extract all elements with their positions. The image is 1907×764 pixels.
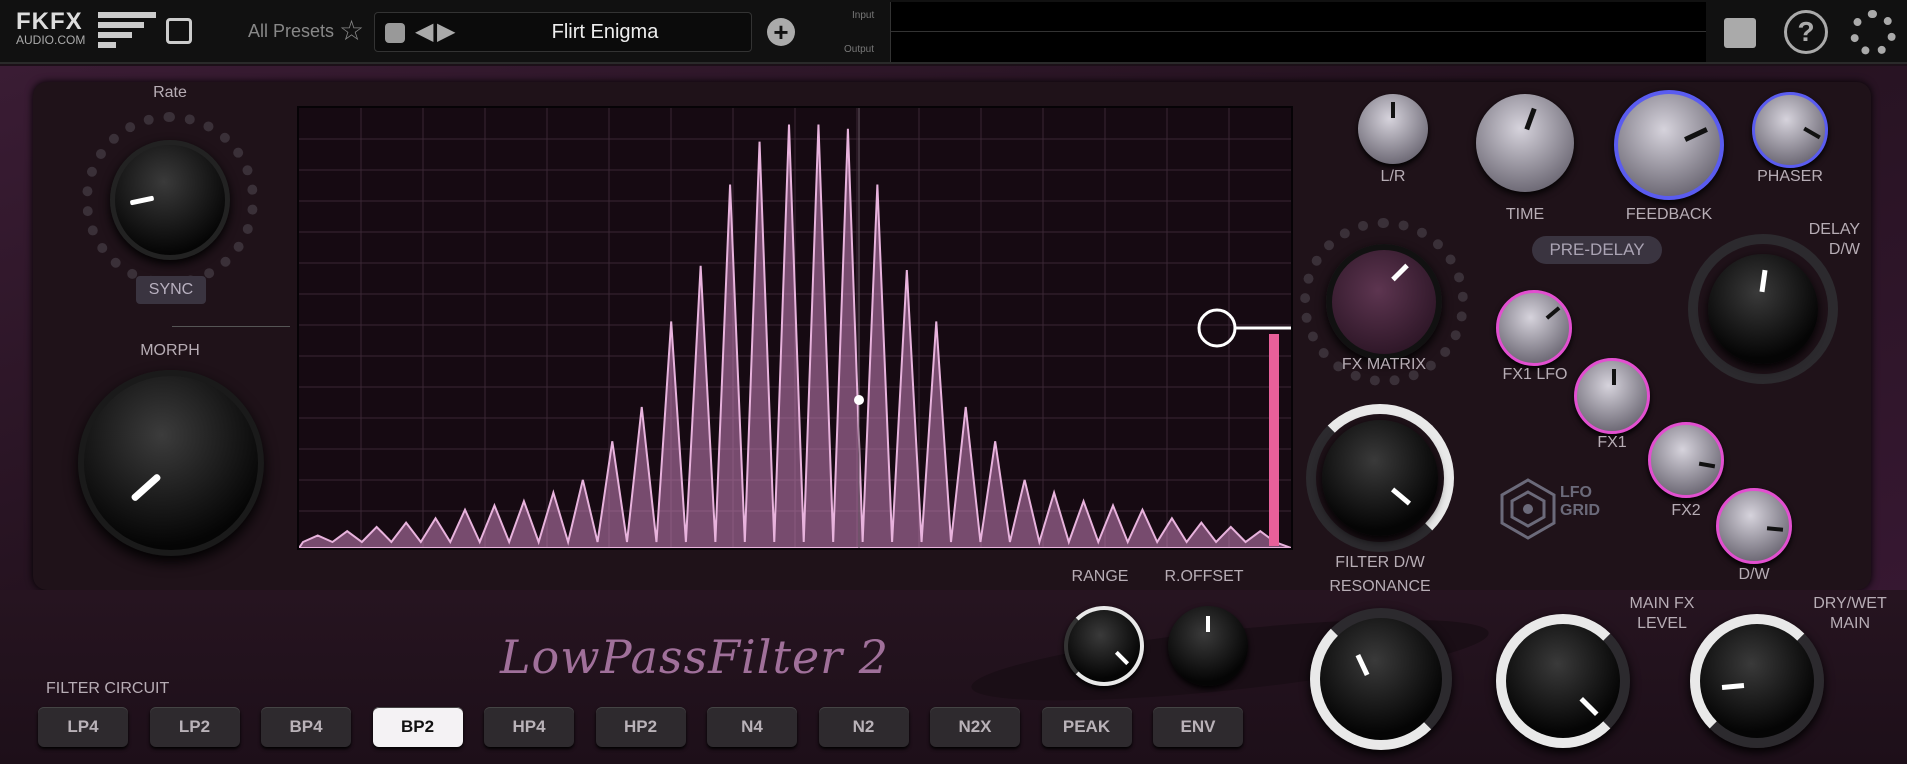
morph-label: MORPH	[140, 342, 200, 359]
help-icon[interactable]: ?	[1784, 10, 1828, 54]
prev-preset-icon[interactable]: ◀	[415, 17, 433, 46]
lr-label: L/R	[1380, 168, 1406, 185]
phaser-label: PHASER	[1757, 168, 1823, 185]
morph-knob[interactable]	[78, 370, 264, 556]
brand-bars-icon	[98, 12, 158, 48]
feedback-label: FEEDBACK	[1625, 206, 1713, 223]
morph-connector	[172, 326, 290, 327]
dry-wet-label: DRY/WET MAIN	[1813, 595, 1887, 632]
dw-lfo-knob[interactable]	[1716, 488, 1792, 564]
lfo-grid-text: LFO GRID	[1560, 484, 1600, 519]
favorite-star-icon[interactable]: ☆	[339, 14, 364, 47]
filter-button-n2x[interactable]: N2X	[930, 707, 1020, 747]
lfo-grid-logo	[1500, 478, 1556, 540]
next-preset-icon[interactable]: ▶	[437, 17, 455, 46]
filter-button-bp4[interactable]: BP4	[261, 707, 351, 747]
fx1-lfo-knob[interactable]	[1496, 290, 1572, 366]
range-label: RANGE	[1071, 568, 1129, 585]
fx2-label: FX2	[1671, 502, 1701, 519]
top-bar: FKFX AUDIO.COM All Presets ☆ ◀ ▶ Flirt E…	[0, 0, 1907, 64]
rate-knob[interactable]	[110, 140, 230, 260]
preset-box: ◀ ▶ Flirt Enigma	[374, 12, 752, 52]
filter-button-peak[interactable]: PEAK	[1041, 707, 1132, 747]
filter-button-hp4[interactable]: HP4	[484, 707, 574, 747]
io-meter-line	[890, 31, 1706, 32]
roffset-label: R.OFFSET	[1164, 568, 1244, 585]
output-label: Output	[844, 44, 875, 55]
morph-dot	[854, 395, 864, 405]
feedback-knob[interactable]	[1614, 90, 1724, 200]
filter-button-lp2[interactable]: LP2	[149, 707, 240, 747]
filter-dw-knob[interactable]	[1322, 420, 1438, 536]
add-preset-icon[interactable]: +	[767, 18, 795, 46]
delay-dw-knob[interactable]	[1708, 254, 1818, 364]
lfo-grid-hexagon-icon	[1500, 478, 1556, 540]
store-bag-icon[interactable]	[1724, 18, 1756, 48]
main-fx-label: MAIN FX LEVEL	[1629, 595, 1695, 632]
time-knob[interactable]	[1476, 94, 1574, 192]
io-meter	[890, 2, 1706, 62]
filter-button-hp2[interactable]: HP2	[595, 707, 686, 747]
filter-circuit-label: FILTER CIRCUIT	[46, 680, 170, 697]
preset-name[interactable]: Flirt Enigma	[465, 21, 745, 44]
rate-pointer	[129, 195, 155, 206]
spectrum-display[interactable]	[297, 106, 1293, 550]
dw-label: D/W	[1738, 566, 1770, 583]
filter-button-n2[interactable]: N2	[818, 707, 909, 747]
dry-wet-knob[interactable]	[1690, 614, 1824, 748]
fx1-label: FX1	[1597, 434, 1627, 451]
filter-dw-label: FILTER D/W	[1335, 554, 1425, 571]
cutoff-handle	[1197, 308, 1237, 348]
all-presets-button[interactable]: All Presets	[248, 21, 334, 42]
fx1-lfo-label: FX1 LFO	[1502, 366, 1568, 383]
phaser-knob[interactable]	[1752, 92, 1828, 168]
lr-knob[interactable]	[1358, 94, 1428, 164]
plugin-title: LowPassFilter 2	[500, 630, 890, 684]
random-dice-icon[interactable]	[385, 23, 405, 43]
morph-pointer	[130, 472, 162, 503]
resonance-label: RESONANCE	[1329, 578, 1431, 595]
fx1-knob[interactable]	[1574, 358, 1650, 434]
filter-button-n4[interactable]: N4	[707, 707, 797, 747]
main-fx-knob[interactable]	[1496, 614, 1630, 748]
filter-button-bp2[interactable]: BP2	[372, 707, 463, 747]
pre-delay-button[interactable]: PRE-DELAY	[1532, 236, 1662, 264]
spectrum-graph	[299, 108, 1291, 548]
resonance-knob[interactable]	[1310, 608, 1452, 750]
fx2-knob[interactable]	[1648, 422, 1724, 498]
input-label: Input	[852, 10, 875, 21]
rate-label: Rate	[153, 84, 187, 101]
range-knob[interactable]	[1064, 606, 1144, 686]
level-meter	[1269, 334, 1279, 546]
filter-button-lp4[interactable]: LP4	[38, 707, 128, 747]
brand-name: FKFX	[16, 8, 83, 35]
fx-matrix-label: FX MATRIX	[1341, 356, 1427, 373]
settings-gear-icon[interactable]	[1850, 10, 1896, 56]
sync-button[interactable]: SYNC	[136, 276, 206, 304]
external-link-icon[interactable]	[166, 18, 192, 44]
time-label: TIME	[1505, 206, 1545, 223]
brand-logo: FKFX AUDIO.COM	[16, 8, 85, 47]
filter-button-env[interactable]: ENV	[1153, 707, 1243, 747]
fx-matrix-knob[interactable]	[1326, 244, 1442, 360]
roffset-knob[interactable]	[1168, 606, 1248, 686]
brand-url: AUDIO.COM	[16, 33, 86, 47]
